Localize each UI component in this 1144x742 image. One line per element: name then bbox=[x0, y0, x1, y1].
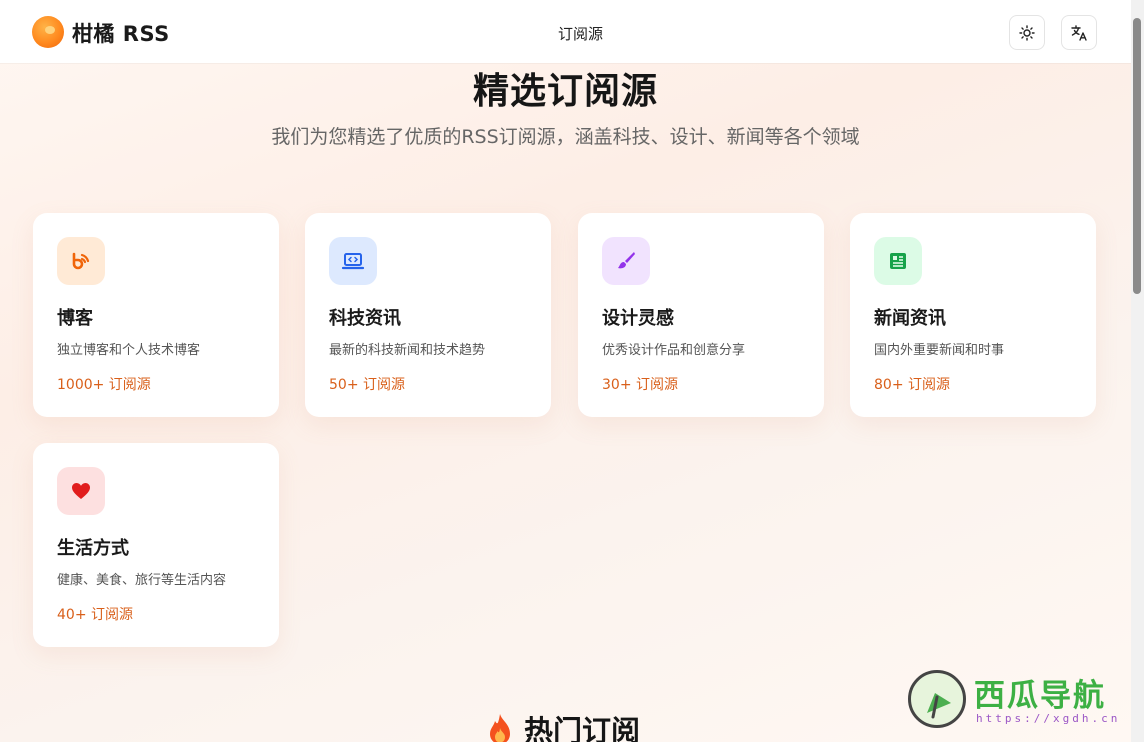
watermark-url: https://xgdh.cn bbox=[976, 712, 1121, 725]
nav-link-feeds[interactable]: 订阅源 bbox=[558, 23, 603, 44]
rss-blog-icon bbox=[72, 252, 90, 270]
sun-icon bbox=[1019, 24, 1035, 41]
category-card-lifestyle[interactable]: 生活方式 健康、美食、旅行等生活内容 40+ 订阅源 bbox=[33, 443, 279, 647]
category-name: 生活方式 bbox=[57, 538, 129, 559]
top-navbar: 柑橘 RSS 订阅源 bbox=[0, 0, 1131, 63]
tech-icon-badge bbox=[329, 237, 377, 285]
watermark: 西瓜导航 https://xgdh.cn bbox=[906, 668, 1136, 732]
translate-icon bbox=[1071, 24, 1087, 41]
category-card-blog[interactable]: 博客 独立博客和个人技术博客 1000+ 订阅源 bbox=[33, 213, 279, 417]
laptop-code-icon bbox=[341, 253, 365, 270]
hot-section-title: 热门订阅 bbox=[524, 714, 641, 742]
design-icon-badge bbox=[602, 237, 650, 285]
category-card-tech[interactable]: 科技资讯 最新的科技新闻和技术趋势 50+ 订阅源 bbox=[305, 213, 551, 417]
watermark-brand: 西瓜导航 bbox=[974, 678, 1106, 714]
news-icon-badge bbox=[874, 237, 922, 285]
category-count: 80+ 订阅源 bbox=[874, 377, 950, 393]
fire-icon bbox=[490, 714, 510, 742]
orange-logo-icon[interactable] bbox=[32, 16, 64, 48]
category-desc: 健康、美食、旅行等生活内容 bbox=[57, 573, 227, 588]
lifestyle-icon-badge bbox=[57, 467, 105, 515]
brand-name[interactable]: 柑橘 RSS bbox=[72, 18, 170, 48]
category-desc: 国内外重要新闻和时事 bbox=[874, 343, 1005, 358]
category-name: 新闻资讯 bbox=[874, 308, 946, 329]
category-card-design[interactable]: 设计灵感 优秀设计作品和创意分享 30+ 订阅源 bbox=[578, 213, 824, 417]
category-count: 30+ 订阅源 bbox=[602, 377, 678, 393]
page-title: 精选订阅源 bbox=[472, 71, 658, 112]
category-name: 设计灵感 bbox=[602, 308, 674, 329]
paintbrush-icon bbox=[618, 252, 635, 269]
category-name: 博客 bbox=[57, 308, 93, 329]
page-subtitle: 我们为您精选了优质的RSS订阅源，涵盖科技、设计、新闻等各个领域 bbox=[271, 126, 860, 148]
category-count: 50+ 订阅源 bbox=[329, 377, 405, 393]
watermark-logo bbox=[908, 670, 966, 728]
category-count: 40+ 订阅源 bbox=[57, 607, 133, 623]
heart-icon bbox=[72, 483, 90, 499]
category-name: 科技资讯 bbox=[329, 308, 401, 329]
blog-icon-badge bbox=[57, 237, 105, 285]
category-count: 1000+ 订阅源 bbox=[57, 377, 151, 393]
category-desc: 最新的科技新闻和技术趋势 bbox=[329, 343, 486, 358]
newspaper-icon bbox=[890, 253, 906, 269]
hot-section-heading: 热门订阅 bbox=[486, 708, 640, 742]
category-desc: 独立博客和个人技术博客 bbox=[57, 343, 201, 358]
theme-toggle-button[interactable] bbox=[1009, 15, 1045, 50]
scrollbar-thumb[interactable] bbox=[1133, 18, 1141, 294]
category-desc: 优秀设计作品和创意分享 bbox=[602, 343, 746, 358]
category-card-news[interactable]: 新闻资讯 国内外重要新闻和时事 80+ 订阅源 bbox=[850, 213, 1096, 417]
language-switch-button[interactable] bbox=[1061, 15, 1097, 50]
